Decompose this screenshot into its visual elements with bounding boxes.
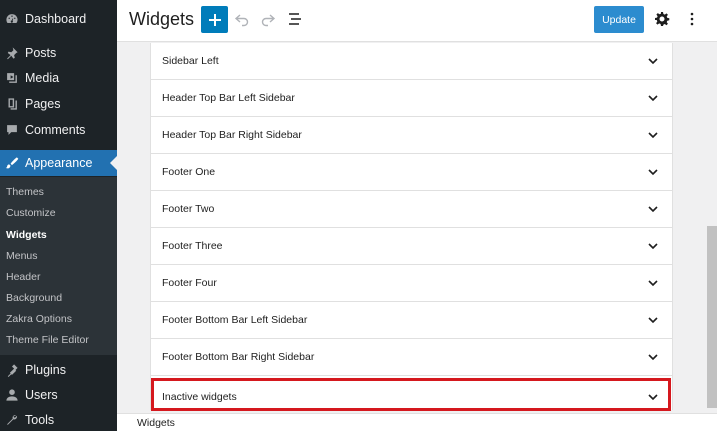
sidebar-item-tools[interactable]: Tools [0,407,117,431]
chevron-down-icon[interactable] [646,165,660,179]
widget-area-row[interactable]: Header Top Bar Left Sidebar [151,80,672,117]
sidebar-item-label: Comments [25,123,86,137]
widget-area-title: Header Top Bar Left Sidebar [162,92,295,104]
sidebar-item-dashboard[interactable]: Dashboard [0,6,117,32]
submenu-customize[interactable]: Customize [6,204,56,222]
chevron-down-icon[interactable] [646,276,660,290]
widget-area-title: Footer One [162,166,216,178]
list-view-button[interactable] [286,10,304,28]
user-icon [5,388,19,402]
gear-icon [655,12,670,26]
submenu-theme-file-editor[interactable]: Theme File Editor [6,331,89,349]
comment-icon [5,123,19,137]
widget-area-title: Inactive widgets [162,390,237,403]
pin-icon [5,46,19,60]
widget-areas-list: Sidebar Left Header Top Bar Left Sidebar… [150,43,673,410]
sidebar-item-label: Posts [25,46,57,60]
chevron-down-icon[interactable] [646,54,660,68]
redo-button[interactable] [259,10,277,28]
sidebar-item-comments[interactable]: Comments [0,117,117,143]
wrench-icon [5,413,19,427]
sidebar-item-label: Pages [25,97,61,111]
settings-button[interactable] [653,10,671,28]
widget-area-row[interactable]: Footer Two [151,191,672,228]
sidebar-item-label: Users [25,388,58,402]
widget-area-row[interactable]: Footer Three [151,228,672,265]
appearance-submenu: Themes Customize Widgets Menus Header Ba… [0,177,117,355]
update-button[interactable]: Update [594,6,644,33]
widget-area-row[interactable]: Footer Bottom Bar Right Sidebar [151,339,672,376]
sidebar-item-plugins[interactable]: Plugins [0,357,117,383]
submenu-themes[interactable]: Themes [6,183,44,201]
chevron-down-icon[interactable] [646,313,660,327]
widget-area-title: Footer Bottom Bar Left Sidebar [162,314,308,326]
sidebar-item-users[interactable]: Users [0,382,117,408]
sidebar-item-label: Dashboard [25,12,87,26]
list-view-icon [289,13,301,25]
plugin-icon [5,363,19,377]
block-breadcrumb-bar: Widgets [117,413,717,431]
dashboard-icon [5,12,19,26]
chevron-down-icon[interactable] [646,91,660,105]
chevron-down-icon[interactable] [646,239,660,253]
admin-sidebar: Dashboard Posts Media Pages Comments App… [0,0,117,431]
sidebar-item-appearance[interactable]: Appearance [0,150,117,176]
submenu-widgets[interactable]: Widgets [6,226,47,244]
widget-area-title: Footer Two [162,203,215,215]
sidebar-item-label: Plugins [25,363,66,377]
breadcrumb[interactable]: Widgets [137,417,175,429]
submenu-menus[interactable]: Menus [6,247,38,265]
widget-area-title: Header Top Bar Right Sidebar [162,129,302,141]
widget-area-row[interactable]: Sidebar Left [151,43,672,80]
submenu-background[interactable]: Background [6,289,62,307]
editor-header: Widgets Update [117,0,717,42]
chevron-down-icon[interactable] [646,202,660,216]
sidebar-item-posts[interactable]: Posts [0,40,117,66]
page-title: Widgets [129,9,195,29]
sidebar-item-media[interactable]: Media [0,65,117,91]
widget-area-title: Footer Three [162,240,223,252]
widget-area-row-inactive[interactable]: Inactive widgets [151,378,672,415]
scrollbar-thumb[interactable] [707,226,717,408]
widget-area-title: Footer Bottom Bar Right Sidebar [162,351,315,363]
pages-icon [5,97,19,111]
add-block-button[interactable] [201,6,228,33]
sidebar-item-label: Media [25,71,60,85]
chevron-down-icon[interactable] [646,128,660,142]
sidebar-item-label: Tools [25,413,55,427]
widget-area-title: Sidebar Left [162,55,219,67]
media-icon [5,71,19,85]
more-options-button[interactable] [683,10,701,28]
widget-area-row[interactable]: Footer One [151,154,672,191]
brush-icon [5,156,19,170]
submenu-header[interactable]: Header [6,268,40,286]
undo-icon [234,14,249,27]
redo-icon [261,14,276,27]
widget-area-row[interactable]: Footer Four [151,265,672,302]
widget-area-title: Footer Four [162,277,217,289]
undo-button[interactable] [233,10,251,28]
plus-icon [208,13,221,26]
widget-area-row[interactable]: Header Top Bar Right Sidebar [151,117,672,154]
chevron-down-icon[interactable] [646,350,660,364]
more-vertical-icon [690,12,694,26]
sidebar-item-pages[interactable]: Pages [0,91,117,117]
widget-area-row[interactable]: Footer Bottom Bar Left Sidebar [151,302,672,339]
submenu-zakra-options[interactable]: Zakra Options [6,310,72,328]
chevron-down-icon[interactable] [646,390,660,404]
sidebar-item-label: Appearance [25,156,93,170]
